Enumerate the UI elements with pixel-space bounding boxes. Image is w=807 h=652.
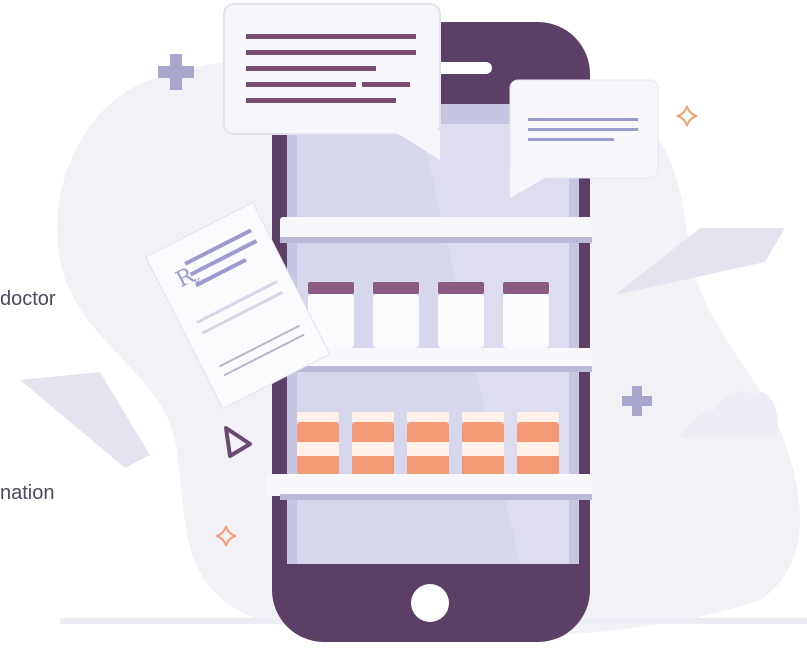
pharmacy-phone-illustration: R x [20,3,807,642]
lower-jar-row [297,412,559,476]
home-button-icon [411,584,449,622]
top-shelf [280,217,592,239]
sparkle-icon [676,105,698,127]
jar-icon [297,412,339,476]
bottom-shelf [266,474,592,496]
jar-icon [373,282,419,348]
jar-icon [462,412,504,476]
paper-plane-icon [20,372,150,468]
jar-icon [407,412,449,476]
jar-icon [503,282,549,348]
jar-icon [517,412,559,476]
jar-icon [438,282,484,348]
jar-icon [352,412,394,476]
